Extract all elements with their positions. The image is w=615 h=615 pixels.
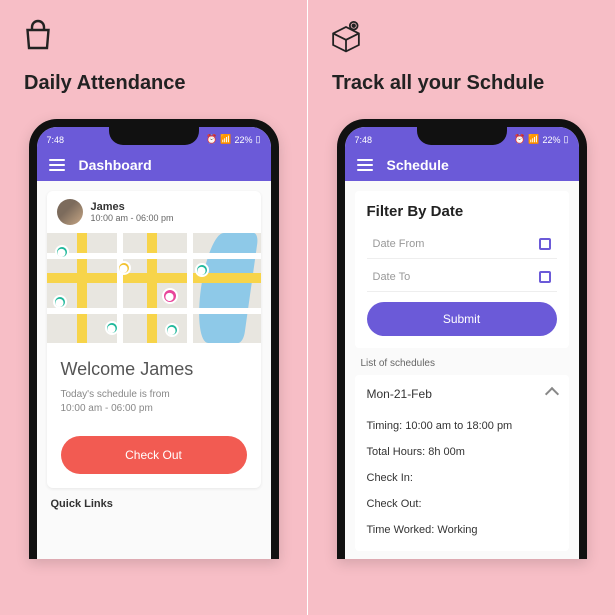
app-bar: Dashboard xyxy=(37,149,271,181)
chevron-up-icon xyxy=(544,387,558,401)
status-time: 7:48 xyxy=(355,135,373,145)
left-panel: Daily Attendance 7:48 ⏰ 📶 22% ▯ Dashboar… xyxy=(0,0,307,615)
alarm-icon: ⏰ xyxy=(206,134,217,145)
package-location-icon xyxy=(328,18,364,54)
map-pin-icon[interactable]: ⬤ xyxy=(53,295,67,309)
menu-icon[interactable] xyxy=(49,159,65,171)
map-pin-icon[interactable]: ⬤ xyxy=(55,245,69,259)
calendar-icon[interactable] xyxy=(539,238,551,250)
list-of-schedules-label: List of schedules xyxy=(361,358,563,369)
filter-card: Filter By Date Date From Date To Submit xyxy=(355,191,569,348)
schedule-date: Mon-21-Feb xyxy=(367,387,432,401)
feature-title-left: Daily Attendance xyxy=(24,72,297,95)
battery-icon: ▯ xyxy=(256,134,261,145)
date-from-placeholder: Date From xyxy=(373,238,425,250)
accordion-body: Timing: 10:00 am to 18:00 pm Total Hours… xyxy=(355,413,569,551)
schedule-accordion: Mon-21-Feb Timing: 10:00 am to 18:00 pm … xyxy=(355,375,569,551)
avatar xyxy=(57,199,83,225)
checkout-button[interactable]: Check Out xyxy=(61,436,247,474)
phone-left: 7:48 ⏰ 📶 22% ▯ Dashboard James 10:00 am … xyxy=(29,119,279,559)
schedule-check-in: Check In: xyxy=(367,465,557,491)
map-pin-icon[interactable]: ⬤ xyxy=(117,261,131,275)
date-to-field[interactable]: Date To xyxy=(367,263,557,292)
map-pin-icon[interactable]: ⬤ xyxy=(165,323,179,337)
map-pin-icon[interactable]: ⬤ xyxy=(105,321,119,335)
filter-title: Filter By Date xyxy=(367,203,557,220)
phone-notch xyxy=(417,127,507,145)
status-time: 7:48 xyxy=(47,135,65,145)
accordion-header[interactable]: Mon-21-Feb xyxy=(355,375,569,413)
schedule-time-worked: Time Worked: Working xyxy=(367,517,557,543)
bag-icon xyxy=(20,18,56,54)
right-panel: Track all your Schdule 7:48 ⏰ 📶 22% ▯ Sc… xyxy=(308,0,615,615)
schedule-total-hours: Total Hours: 8h 00m xyxy=(367,439,557,465)
quick-links-label: Quick Links xyxy=(51,498,257,510)
appbar-title: Schedule xyxy=(387,157,449,173)
battery-text: 22% xyxy=(235,135,253,145)
welcome-line1: Today's schedule is from xyxy=(61,388,247,402)
phone-notch xyxy=(109,127,199,145)
schedule-check-out: Check Out: xyxy=(367,491,557,517)
date-from-field[interactable]: Date From xyxy=(367,230,557,259)
date-to-placeholder: Date To xyxy=(373,271,411,283)
feature-title-right: Track all your Schdule xyxy=(332,72,605,95)
submit-button[interactable]: Submit xyxy=(367,302,557,336)
map-pin-icon[interactable]: ⬤ xyxy=(195,263,209,277)
alarm-icon: ⏰ xyxy=(514,134,525,145)
schedule-timing: Timing: 10:00 am to 18:00 pm xyxy=(367,413,557,439)
calendar-icon[interactable] xyxy=(539,271,551,283)
map[interactable]: ⬤ ⬤ ⬤ ⬤ ⬤ ⬤ ⬤ xyxy=(47,233,261,343)
schedule-screen: Filter By Date Date From Date To Submit … xyxy=(345,181,579,559)
dashboard-card: James 10:00 am - 06:00 pm ⬤ ⬤ ⬤ xyxy=(47,191,261,488)
appbar-title: Dashboard xyxy=(79,157,152,173)
dashboard-screen: James 10:00 am - 06:00 pm ⬤ ⬤ ⬤ xyxy=(37,181,271,559)
user-time-range: 10:00 am - 06:00 pm xyxy=(91,213,174,223)
battery-icon: ▯ xyxy=(564,134,569,145)
welcome-title: Welcome James xyxy=(61,359,247,380)
user-row: James 10:00 am - 06:00 pm xyxy=(47,191,261,233)
signal-icon: 📶 xyxy=(220,134,231,145)
user-name: James xyxy=(91,201,174,213)
signal-icon: 📶 xyxy=(528,134,539,145)
welcome-line2: 10:00 am - 06:00 pm xyxy=(61,402,247,416)
phone-right: 7:48 ⏰ 📶 22% ▯ Schedule Filter By Date D… xyxy=(337,119,587,559)
menu-icon[interactable] xyxy=(357,159,373,171)
battery-text: 22% xyxy=(543,135,561,145)
map-pin-icon[interactable]: ⬤ xyxy=(162,288,178,304)
app-bar: Schedule xyxy=(345,149,579,181)
